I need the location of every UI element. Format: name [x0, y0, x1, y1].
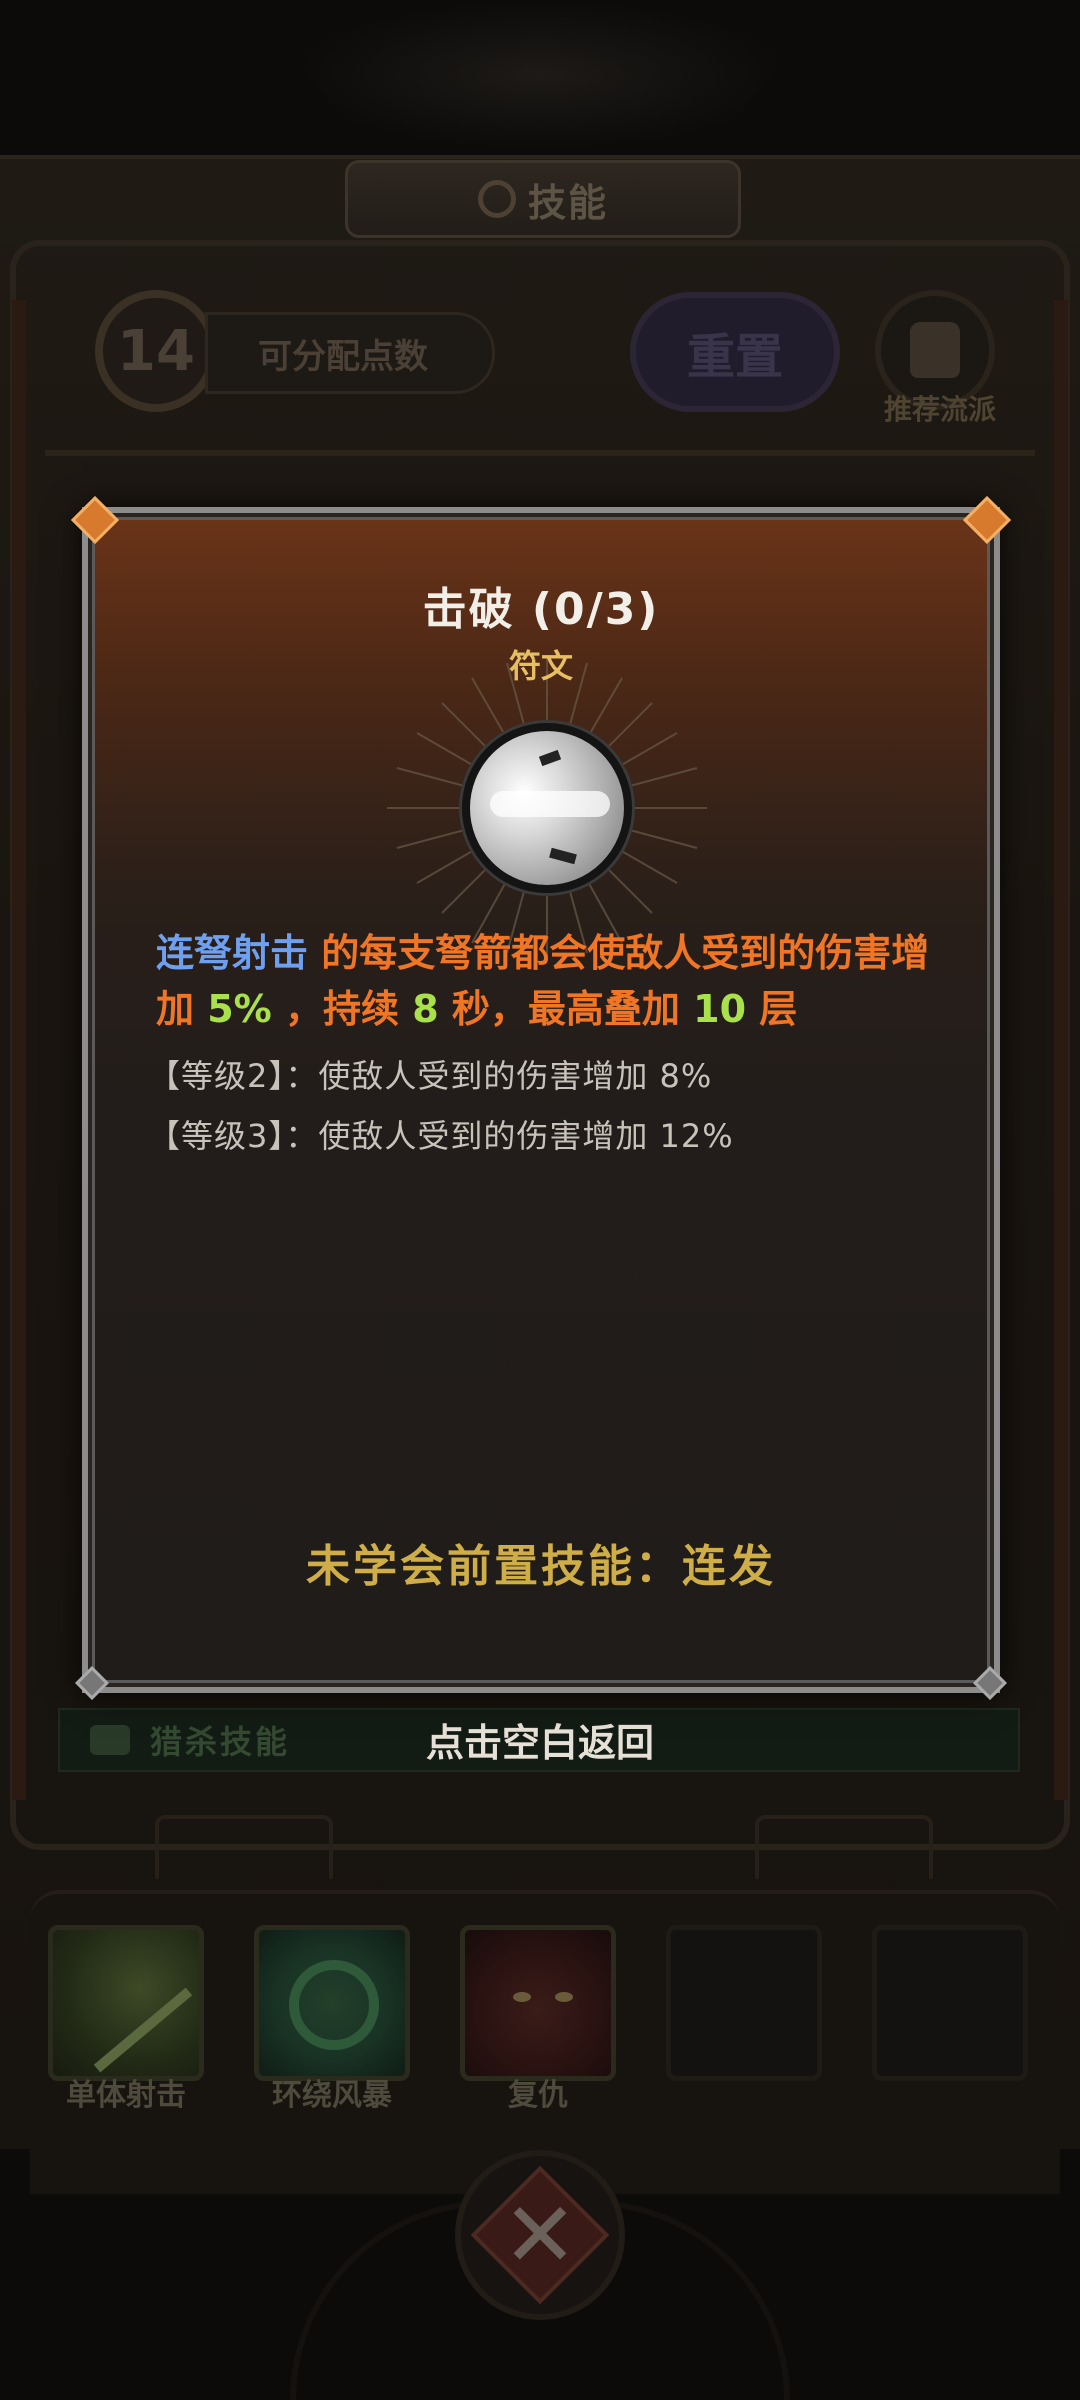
panel-side-right [1054, 300, 1068, 1800]
spear-icon [93, 1987, 193, 2073]
panel-header: 技能 [345, 160, 741, 238]
demon-eyes-icon [513, 1992, 573, 2006]
panel-side-left [12, 300, 26, 1800]
desc-text: 秒，最高叠加 [438, 987, 694, 1031]
skill-slot-empty[interactable] [666, 1925, 822, 2081]
hunt-skill-label: 猎杀技能 [150, 1723, 291, 1761]
skill-slot-revenge[interactable] [460, 1925, 616, 2081]
skill-points-badge: 14 [95, 290, 217, 412]
desc-text: 层 [746, 987, 798, 1031]
skill-slot-empty[interactable] [872, 1925, 1028, 2081]
skill-detail-modal: 击破 (0/3) 符文 连弩射击 的每支弩箭都会使敌人受到的伤害增加 5% ，持… [70, 495, 1012, 1700]
close-icon: ✕ [502, 2182, 578, 2288]
skill-slot-preview-left [155, 1815, 333, 1879]
skill-reference: 连弩射击 [156, 931, 309, 975]
prerequisite-notice: 未学会前置技能：连发 [306, 1541, 776, 1592]
header-divider [45, 450, 1035, 456]
skill-slot-preview-right [755, 1815, 933, 1879]
desc-value: 8 [412, 987, 439, 1031]
close-button[interactable]: ✕ [455, 2150, 625, 2320]
skill-type: 符文 [508, 647, 573, 685]
desc-value: 10 [693, 987, 747, 1031]
skill-points-label: 可分配点数 [205, 312, 495, 394]
skill-wheel-icon [477, 180, 516, 218]
top-ornament [290, 0, 790, 150]
skill-slot-label: 复仇 [508, 2078, 568, 2113]
whirlwind-icon [289, 1960, 379, 2050]
skill-title: 击破 (0/3) [422, 584, 660, 635]
panel-title: 技能 [527, 180, 608, 225]
skill-slot-whirlwind[interactable] [254, 1925, 410, 2081]
rune-orb-holder [357, 643, 737, 963]
skill-slot-label: 单体射击 [66, 2078, 186, 2113]
recommend-build-label: 推荐流派 [883, 393, 996, 426]
desc-text: ，持续 [271, 987, 413, 1031]
skill-slot-label: 环绕风暴 [272, 2078, 392, 2113]
desc-value: 5% [207, 987, 272, 1031]
hat-icon [90, 1725, 130, 1755]
level-2-effect: 【等级2】：使敌人受到的伤害增加 8% [148, 1057, 713, 1095]
thumbs-up-icon [910, 322, 960, 378]
level-3-effect: 【等级3】：使敌人受到的伤害增加 12% [148, 1117, 734, 1155]
skill-description: 连弩射击 的每支弩箭都会使敌人受到的伤害增加 5% ，持续 8 秒，最高叠加 1… [156, 925, 956, 1037]
rune-orb-icon [462, 723, 632, 893]
tap-to-return-hint[interactable]: 点击空白返回 [340, 1712, 740, 1767]
reset-button[interactable]: 重置 [630, 292, 840, 412]
skill-slot-single-shot[interactable] [48, 1925, 204, 2081]
